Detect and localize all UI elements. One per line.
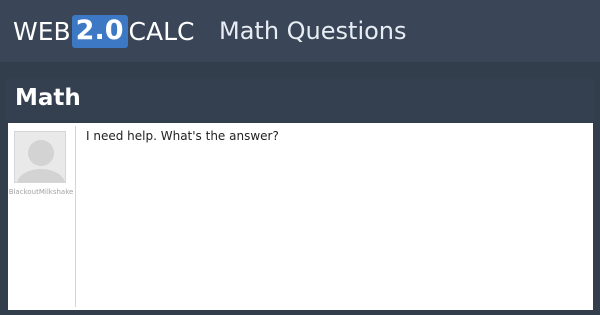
site-header: WEB 2.0 CALC Math Questions [0,0,600,62]
panel-divider [75,126,76,307]
default-user-avatar-icon[interactable] [14,131,66,183]
avatar-silhouette [15,132,65,182]
section-title-link[interactable]: Math Questions [219,17,407,45]
logo-suffix: CALC [128,16,195,46]
username-link[interactable]: BlackoutMilkshake [8,188,74,196]
logo-badge: 2.0 [71,14,128,48]
category-bar: Math [5,79,595,121]
question-panel: BlackoutMilkshake I need help. What's th… [8,123,593,310]
logo-prefix: WEB [13,16,71,46]
site-logo[interactable]: WEB 2.0 CALC [13,14,194,48]
question-text: I need help. What's the answer? [86,129,279,143]
category-title: Math [15,85,81,111]
